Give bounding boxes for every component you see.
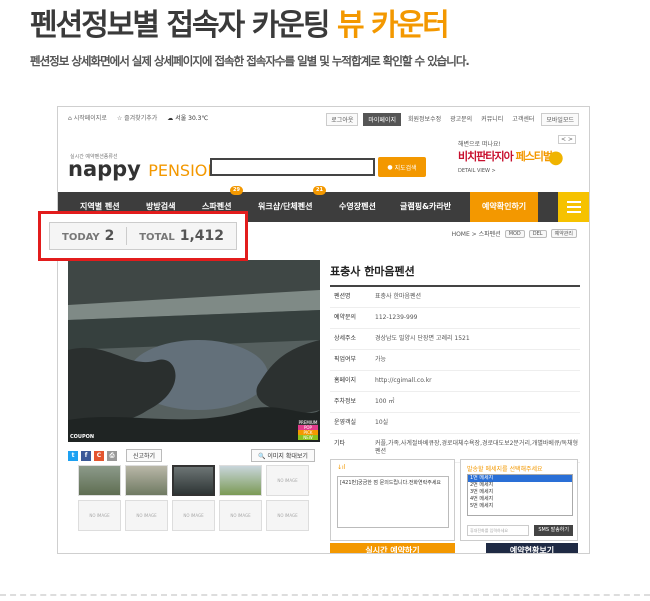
spa-count-badge: 29 [230, 186, 243, 195]
enlarge-image-button[interactable]: 🔍 이미지 확대보기 [251, 449, 315, 462]
message-option[interactable]: 2번 메세지 [468, 482, 572, 489]
ad-inquiry-link[interactable]: 광고문의 [448, 113, 474, 126]
community-link[interactable]: 커뮤니티 [479, 113, 505, 126]
site-logo[interactable]: nappy PENSION [68, 157, 219, 181]
map-search-button[interactable]: ● 지도검색 [378, 157, 426, 177]
pin-icon: ● [387, 163, 393, 171]
menu-icon[interactable] [558, 192, 589, 222]
sms-send-button[interactable]: SMS 발송하기 [534, 525, 573, 536]
total-count: TOTAL 1,412 [127, 228, 236, 244]
message-select-list[interactable]: 1번 메세지 2번 메세지 3번 메세지 4번 메세지 5번 메세지 [467, 474, 573, 516]
footer-divider [0, 594, 650, 596]
cyworld-icon[interactable]: C [94, 450, 104, 461]
modify-button[interactable]: MOD [504, 229, 525, 238]
phone-input[interactable]: 휴대전화를 입력하세요 [467, 525, 529, 536]
logout-button[interactable]: 로그아웃 [326, 113, 359, 126]
info-row: 운영객실 10실 [330, 413, 580, 434]
hero-title-main: 펜션정보별 접속자 카운팅 [30, 8, 337, 43]
bookmark-link[interactable]: ☆ 즐겨찾기추가 [117, 113, 157, 122]
message-option[interactable]: 4번 메세지 [468, 496, 572, 503]
realtime-reserve-button[interactable]: 실시간 예약하기 [330, 543, 455, 553]
breadcrumb-path[interactable]: HOME > 스파펜션 [452, 229, 501, 238]
flag-badges: PREMIUM POP PICK NEW [298, 420, 318, 440]
thumbnail[interactable] [78, 465, 121, 496]
print-icon[interactable]: ⎙ [107, 450, 117, 461]
total-value: 1,412 [179, 228, 224, 244]
util-menu: 로그아웃 마이페이지 회원정보수정 광고문의 커뮤니티 고객센터 모바일모드 [326, 113, 579, 126]
info-row: 홈페이지 http://cgimall.co.kr [330, 371, 580, 392]
thumbnail-empty: NO IMAGE [266, 465, 309, 496]
message-preview: ↓ıl [421번]궁금한 점 문의드립니다.전화연락주세요 [330, 459, 455, 541]
message-option[interactable]: 3번 메세지 [468, 489, 572, 496]
workshop-count-badge: 21 [313, 186, 326, 195]
search-input[interactable] [210, 158, 375, 176]
hero-title-accent: 뷰 카운터 [336, 8, 450, 43]
info-row: 픽업여부 가능 [330, 350, 580, 371]
member-edit-link[interactable]: 회원정보수정 [406, 113, 443, 126]
share-bar: t f C ⎙ 신고하기 [68, 449, 163, 462]
reservation-manage-button[interactable]: 예약관리 [550, 229, 577, 238]
support-link[interactable]: 고객센터 [510, 113, 536, 126]
message-text[interactable]: [421번]궁금한 점 문의드립니다.전화연락주세요 [337, 476, 449, 528]
top-links: ⌂ 시작페이지로 ☆ 즐겨찾기추가 ☁ 서울 30.3℃ [68, 113, 208, 122]
view-counter-highlight: TODAY 2 TOTAL 1,412 [38, 211, 248, 261]
thumbnail[interactable] [219, 465, 262, 496]
home-link[interactable]: ⌂ 시작페이지로 [68, 113, 107, 122]
thumbnail-empty: NO IMAGE [266, 500, 309, 531]
info-row: 주차정보 100 ㎡ [330, 392, 580, 413]
main-photo[interactable]: COUPON PREMIUM POP PICK NEW [68, 260, 320, 442]
pension-name: 표충사 한마음펜션 [330, 265, 415, 278]
today-label: TODAY [62, 232, 100, 243]
sms-panel: 발송할 메세지를 선택해주세요 1번 메세지 2번 메세지 3번 메세지 4번 … [460, 459, 578, 541]
thumbnail-empty: NO IMAGE [125, 500, 168, 531]
ad-arrows[interactable]: < > [558, 135, 576, 144]
thumbnail-empty: NO IMAGE [172, 500, 215, 531]
photo-rocks-sea [68, 260, 320, 442]
info-row: 펜션명 표충사 한마음펜션 [330, 287, 580, 308]
report-button[interactable]: 신고하기 [126, 449, 163, 462]
delete-button[interactable]: DEL [528, 229, 547, 238]
weather: ☁ 서울 30.3℃ [167, 115, 209, 122]
nav-item-workshop[interactable]: 워크샵/단체펜션 21 [258, 186, 326, 222]
today-count: TODAY 2 [50, 228, 126, 244]
facebook-icon[interactable]: f [81, 450, 91, 461]
nav-item-pool[interactable]: 수영장펜션 [339, 192, 376, 222]
hero-subtitle: 펜션정보 상세화면에서 실제 상세페이지에 접속한 접속자수를 일별 및 누적합… [30, 54, 470, 68]
flag-new: NEW [298, 435, 318, 440]
today-value: 2 [104, 228, 115, 244]
info-row: 상세주소 경상남도 밀양시 단장면 고례리 1521 [330, 329, 580, 350]
site-screenshot: ⌂ 시작페이지로 ☆ 즐겨찾기추가 ☁ 서울 30.3℃ 로그아웃 마이페이지 … [57, 106, 590, 554]
pension-info-table: 펜션명 표충사 한마음펜션 예약문의 112-1239-999 상세주소 경상남도 밀… [330, 285, 580, 463]
hero-title: 펜션정보별 접속자 카운팅 뷰 카운터 [30, 0, 450, 44]
message-option[interactable]: 1번 메세지 [468, 475, 572, 482]
nav-item-glamping[interactable]: 글램핑&카라반 [400, 192, 451, 222]
thumbnail[interactable] [125, 465, 168, 496]
reservation-status-button[interactable]: 예약현황보기 [486, 543, 578, 553]
message-option[interactable]: 5번 메세지 [468, 503, 572, 510]
ad-detail-link[interactable]: DETAIL VIEW > [458, 168, 578, 174]
mypage-button[interactable]: 마이페이지 [363, 113, 401, 126]
homepage-link[interactable]: http://cgimall.co.kr [375, 377, 580, 385]
sms-header: 발송할 메세지를 선택해주세요 [467, 466, 543, 473]
view-counter: TODAY 2 TOTAL 1,412 [49, 222, 237, 250]
mobile-mode-button[interactable]: 모바일모드 [541, 113, 579, 126]
info-row: 예약문의 112-1239-999 [330, 308, 580, 329]
nav-item-reservation-check[interactable]: 예약확인하기 [470, 192, 539, 222]
total-label: TOTAL [139, 232, 175, 243]
thumbnail-grid: NO IMAGE NO IMAGE NO IMAGE NO IMAGE NO I… [78, 465, 312, 531]
breadcrumb: HOME > 스파펜션 MOD DEL 예약관리 [452, 229, 577, 238]
coupon-label: COUPON [70, 434, 95, 440]
thumbnail-empty: NO IMAGE [219, 500, 262, 531]
thumbnail-selected[interactable] [172, 465, 215, 496]
signal-icon: ↓ıl [337, 464, 346, 471]
coins-icon: ● [548, 147, 564, 168]
thumbnail-empty: NO IMAGE [78, 500, 121, 531]
twitter-icon[interactable]: t [68, 450, 78, 461]
